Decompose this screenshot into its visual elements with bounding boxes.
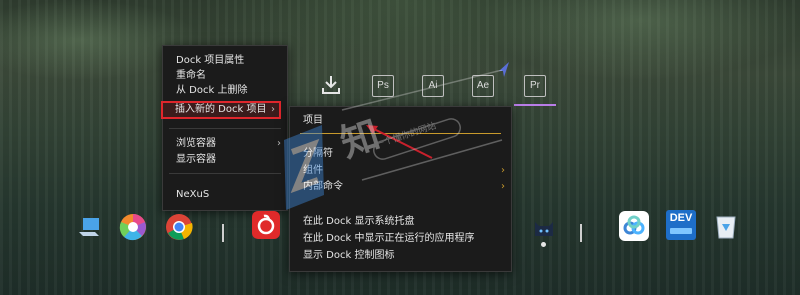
dev-bar xyxy=(670,228,692,234)
dock-separator xyxy=(222,224,224,242)
cat-icon[interactable] xyxy=(532,216,556,244)
dev-label: DEV xyxy=(669,212,693,224)
netease-music-icon[interactable] xyxy=(252,211,280,243)
cloud-app-icon[interactable] xyxy=(619,211,649,245)
computer-icon[interactable] xyxy=(77,214,103,244)
watermark-logo: 知 一个懂你的网站 xyxy=(262,69,522,230)
chrome-icon[interactable] xyxy=(165,213,193,245)
recycle-bin-icon[interactable] xyxy=(714,212,738,244)
running-dot xyxy=(541,242,546,247)
dev-tools-icon[interactable]: DEV xyxy=(666,210,696,240)
color-wheel-icon[interactable] xyxy=(118,212,148,246)
dock-separator xyxy=(580,224,582,242)
